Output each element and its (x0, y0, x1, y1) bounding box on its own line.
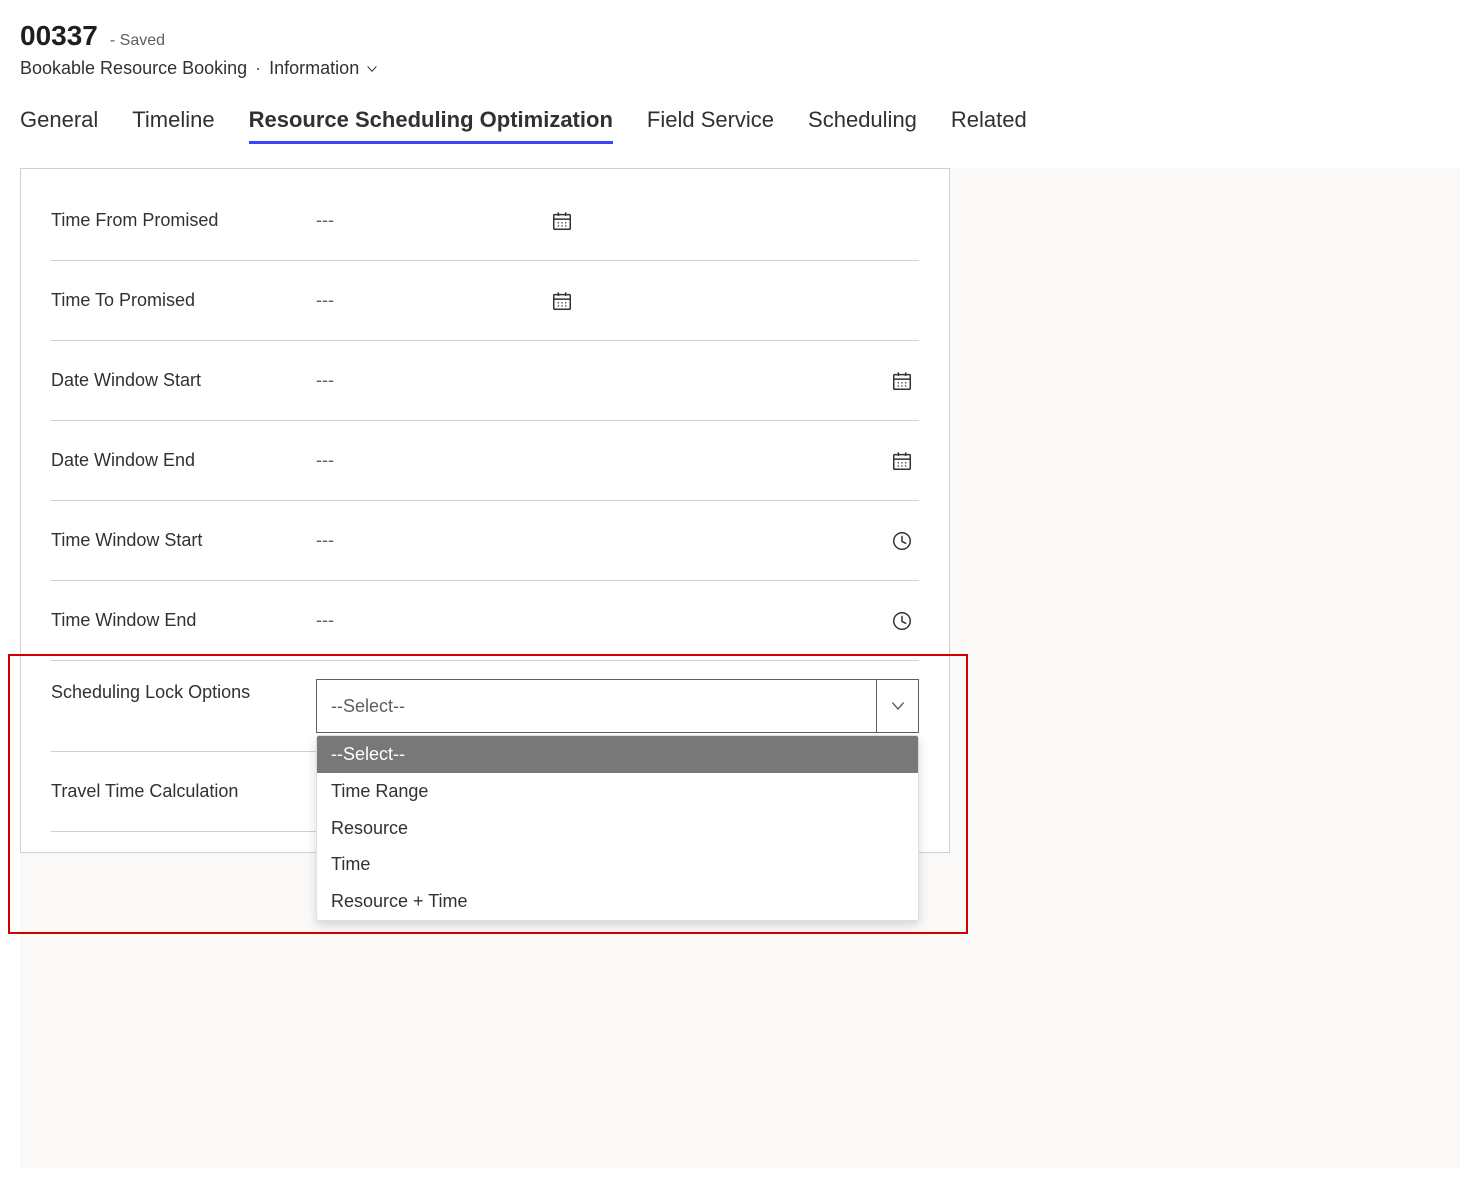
field-label: Date Window Start (51, 367, 316, 394)
chevron-down-icon (889, 697, 907, 715)
tab-field-service[interactable]: Field Service (647, 107, 774, 144)
clock-icon[interactable] (891, 530, 913, 552)
field-label: Time To Promised (51, 287, 316, 314)
dropdown-option-select[interactable]: --Select-- (317, 736, 918, 773)
clock-icon[interactable] (891, 610, 913, 632)
dropdown-option-resource[interactable]: Resource (317, 810, 918, 847)
form-selector[interactable]: Information (269, 58, 379, 79)
field-value: --- (316, 450, 334, 471)
field-label: Scheduling Lock Options (51, 679, 316, 706)
calendar-icon[interactable] (891, 370, 913, 392)
tabs: General Timeline Resource Scheduling Opt… (20, 107, 1463, 144)
field-label: Travel Time Calculation (51, 778, 316, 805)
field-label: Time Window End (51, 607, 316, 634)
form-name: Information (269, 58, 359, 79)
scheduling-lock-select[interactable]: --Select-- (316, 679, 919, 733)
field-value: --- (316, 610, 334, 631)
form-panel: Time From Promised --- Time To Promised … (20, 168, 950, 853)
field-label: Time Window Start (51, 527, 316, 554)
field-label: Time From Promised (51, 207, 316, 234)
field-value: --- (316, 210, 334, 231)
field-time-to-promised[interactable]: Time To Promised --- (51, 261, 919, 341)
dropdown-option-time[interactable]: Time (317, 846, 918, 883)
calendar-icon[interactable] (891, 450, 913, 472)
tab-related[interactable]: Related (951, 107, 1027, 144)
separator-dot: · (255, 58, 261, 79)
record-title: 00337 (20, 20, 98, 52)
saved-status: - Saved (110, 32, 165, 50)
tab-timeline[interactable]: Timeline (132, 107, 214, 144)
field-value: --- (316, 530, 334, 551)
field-scheduling-lock-options: Scheduling Lock Options --Select-- --Sel… (51, 661, 919, 752)
field-value: --- (316, 370, 334, 391)
dropdown-option-time-range[interactable]: Time Range (317, 773, 918, 810)
field-value: --- (316, 290, 334, 311)
tab-rso[interactable]: Resource Scheduling Optimization (249, 107, 613, 144)
field-date-window-start[interactable]: Date Window Start --- (51, 341, 919, 421)
dropdown-option-resource-time[interactable]: Resource + Time (317, 883, 918, 920)
select-placeholder: --Select-- (331, 696, 405, 717)
tab-scheduling[interactable]: Scheduling (808, 107, 917, 144)
calendar-icon[interactable] (551, 290, 573, 312)
chevron-down-icon (365, 62, 379, 76)
field-label: Date Window End (51, 447, 316, 474)
entity-name: Bookable Resource Booking (20, 58, 247, 79)
select-caret[interactable] (876, 680, 918, 732)
field-time-window-end[interactable]: Time Window End --- (51, 581, 919, 661)
calendar-icon[interactable] (551, 210, 573, 232)
field-date-window-end[interactable]: Date Window End --- (51, 421, 919, 501)
field-time-from-promised[interactable]: Time From Promised --- (51, 181, 919, 261)
field-time-window-start[interactable]: Time Window Start --- (51, 501, 919, 581)
dropdown-list: --Select-- Time Range Resource Time Reso… (316, 735, 919, 921)
tab-general[interactable]: General (20, 107, 98, 144)
